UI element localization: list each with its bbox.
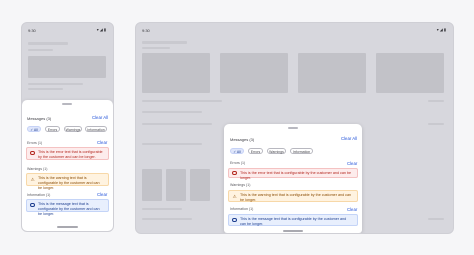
drag-handle[interactable] <box>288 127 298 129</box>
placeholder-block <box>220 53 288 93</box>
clear-information-button[interactable]: Clear <box>97 192 107 197</box>
placeholder-line <box>142 208 182 210</box>
error-message-text: This is the error text that is configura… <box>38 149 103 159</box>
warnings-section-title: Warnings (1) <box>27 167 48 171</box>
messages-sheet: Messages (3) Clear All ✓ All Errors Warn… <box>224 124 362 233</box>
filter-chip-information[interactable]: Information <box>85 126 107 132</box>
phone-frame: 9:30 ▾◢▮ Messages (3) Clear All ✓ All Er… <box>21 22 114 232</box>
placeholder-line <box>142 218 192 220</box>
placeholder-line <box>28 49 53 51</box>
warning-icon: ⚠ <box>232 193 237 199</box>
information-message: This is the message text that is configu… <box>228 214 358 226</box>
placeholder-line <box>428 100 444 102</box>
placeholder-line <box>142 111 202 113</box>
clear-all-button[interactable]: Clear All <box>92 115 108 120</box>
clear-all-button[interactable]: Clear All <box>341 136 357 141</box>
placeholder-line <box>428 218 444 220</box>
info-icon <box>30 202 35 208</box>
filter-chip-errors[interactable]: Errors <box>45 126 60 132</box>
placeholder-block <box>166 169 186 201</box>
status-time: 9:30 <box>142 28 150 33</box>
check-icon: ✓ <box>233 150 237 154</box>
status-icons: ▾◢▮ <box>436 27 447 32</box>
placeholder-block <box>142 169 162 201</box>
drag-handle[interactable] <box>62 103 72 105</box>
error-message-text: This is the error text that is configura… <box>240 170 352 180</box>
information-section-title: Information (1) <box>27 193 51 197</box>
information-message-text: This is the message text that is configu… <box>240 216 347 226</box>
error-message: This is the error text that is configura… <box>26 147 109 160</box>
filter-chip-all[interactable]: ✓ All <box>27 126 41 132</box>
clear-errors-button[interactable]: Clear <box>347 161 357 166</box>
placeholder-block <box>298 53 366 93</box>
placeholder-block <box>28 56 106 78</box>
filter-chip-information[interactable]: Information <box>290 148 313 154</box>
messages-title: Messages (3) <box>27 116 52 121</box>
placeholder-line <box>28 88 63 90</box>
information-message: This is the message text that is configu… <box>26 199 109 216</box>
placeholder-line <box>142 100 222 102</box>
warning-message: ⚠ This is the warning text that is confi… <box>26 173 109 190</box>
information-section-title: Information (1) <box>230 207 254 211</box>
warning-message: ⚠ This is the warning text that is confi… <box>228 190 358 202</box>
status-time: 9:30 <box>28 28 36 33</box>
tablet-status-bar: 9:30 ▾◢▮ <box>136 23 453 35</box>
error-icon <box>30 150 35 156</box>
placeholder-line <box>142 123 212 125</box>
warning-message-text: This is the warning text that is configu… <box>240 192 352 202</box>
placeholder-line <box>142 41 187 44</box>
placeholder-line <box>142 143 202 145</box>
status-icons: ▾◢▮ <box>96 27 107 32</box>
messages-title: Messages (3) <box>230 137 255 142</box>
home-indicator <box>283 230 303 232</box>
placeholder-block <box>376 53 444 93</box>
placeholder-block <box>190 169 210 201</box>
phone-status-bar: 9:30 ▾◢▮ <box>22 23 113 35</box>
filter-chip-label: All <box>33 128 38 132</box>
error-icon <box>232 171 237 176</box>
check-icon: ✓ <box>30 128 34 132</box>
info-icon <box>232 217 237 223</box>
placeholder-block <box>142 53 210 93</box>
error-message: This is the error text that is configura… <box>228 168 358 180</box>
errors-section-title: Errors (1) <box>27 141 43 145</box>
filter-chip-warnings[interactable]: Warnings <box>267 148 286 154</box>
placeholder-line <box>28 42 68 45</box>
clear-information-button[interactable]: Clear <box>347 207 357 212</box>
placeholder-line <box>142 47 170 49</box>
placeholder-line <box>428 123 444 125</box>
filter-chip-all[interactable]: ✓ All <box>230 148 244 154</box>
placeholder-line <box>28 83 83 85</box>
warnings-section-title: Warnings (1) <box>230 183 251 187</box>
warning-message-text: This is the warning text that is configu… <box>38 175 100 190</box>
home-indicator <box>57 226 78 228</box>
warning-icon: ⚠ <box>30 176 35 182</box>
filter-chip-label: All <box>236 150 241 154</box>
clear-errors-button[interactable]: Clear <box>97 140 107 145</box>
errors-section-title: Errors (1) <box>230 161 246 165</box>
filter-chip-errors[interactable]: Errors <box>248 148 263 154</box>
information-message-text: This is the message text that is configu… <box>38 201 100 216</box>
filter-chip-warnings[interactable]: Warnings <box>64 126 82 132</box>
tablet-frame: 9:30 ▾◢▮ Messages (3) Clear All ✓ All Er… <box>135 22 454 234</box>
messages-sheet: Messages (3) Clear All ✓ All Errors Warn… <box>22 100 113 231</box>
